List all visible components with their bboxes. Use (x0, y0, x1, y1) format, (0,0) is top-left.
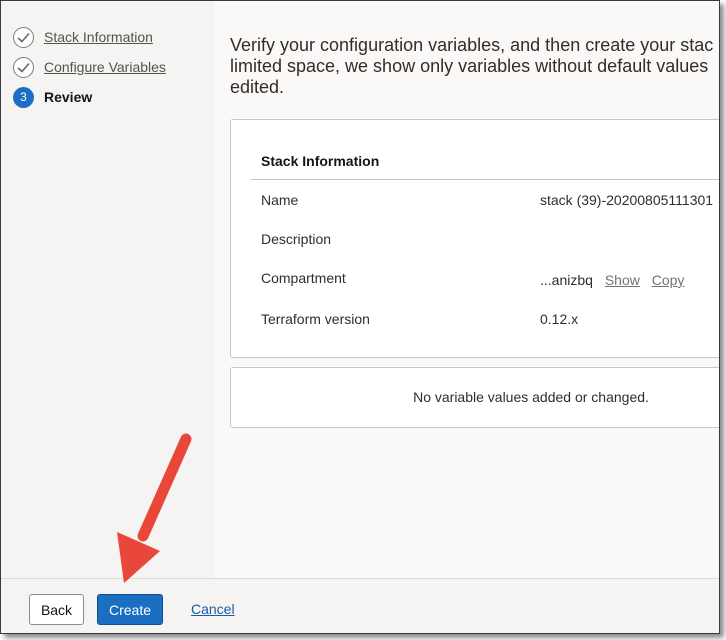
footer-bar: Back Create Cancel (1, 578, 719, 633)
terraform-version-label: Terraform version (261, 311, 370, 327)
variables-card: No variable values added or changed. (230, 367, 719, 428)
copy-link[interactable]: Copy (652, 272, 685, 288)
name-label: Name (261, 192, 299, 208)
step-review: 3 Review (13, 86, 92, 108)
divider (251, 179, 719, 180)
step-stack-information[interactable]: Stack Information (13, 26, 153, 48)
step-label[interactable]: Stack Information (44, 29, 153, 45)
intro-line: limited space, we show only variables wi… (230, 56, 709, 76)
compartment-value: ...anizbq Show Copy (540, 272, 684, 288)
description-label: Description (261, 231, 332, 247)
card-title: Stack Information (261, 153, 380, 169)
intro-text: Verify your configuration variables, and… (230, 35, 719, 98)
compartment-label: Compartment (261, 270, 346, 286)
name-value: stack (39)-20200805111301 (540, 192, 714, 208)
stack-information-card: Stack Information Name stack (39)-202008… (230, 119, 719, 358)
step-label[interactable]: Configure Variables (44, 59, 166, 75)
terraform-version-value: 0.12.x (540, 311, 579, 327)
intro-line: Verify your configuration variables, and… (230, 35, 714, 55)
cancel-link[interactable]: Cancel (191, 601, 235, 617)
steps-panel: Stack Information Configure Variables 3 … (1, 1, 213, 578)
intro-line: edited. (230, 77, 285, 97)
window-frame: Stack Information Configure Variables 3 … (0, 0, 720, 634)
step-configure-variables[interactable]: Configure Variables (13, 56, 166, 78)
create-button[interactable]: Create (97, 594, 163, 625)
step-label: Review (44, 89, 93, 105)
compartment-ocid: ...anizbq (540, 272, 593, 288)
review-content: Verify your configuration variables, and… (213, 1, 719, 578)
back-button[interactable]: Back (29, 594, 84, 625)
no-variables-message: No variable values added or changed. (413, 389, 649, 405)
show-link[interactable]: Show (605, 272, 640, 288)
check-icon (13, 26, 34, 48)
step-number-badge: 3 (13, 86, 34, 108)
check-icon (13, 56, 34, 78)
